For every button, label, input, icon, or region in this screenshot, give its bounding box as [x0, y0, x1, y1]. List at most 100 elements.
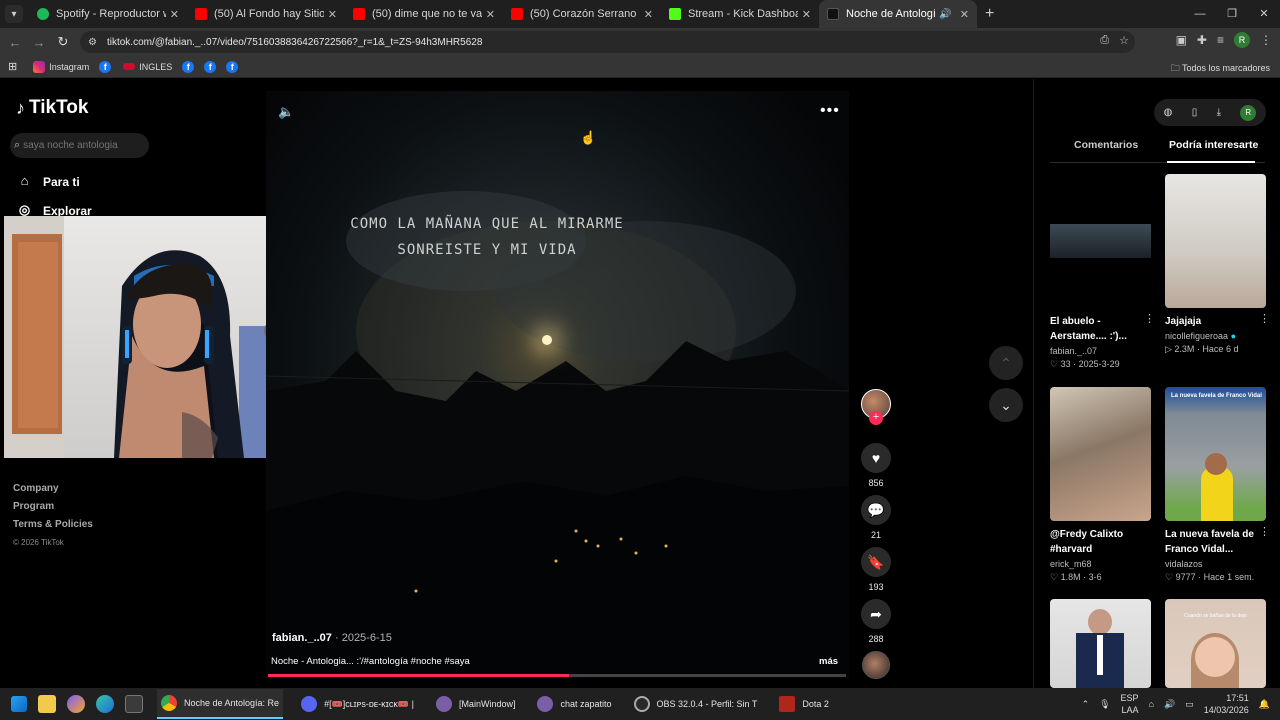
card-more-icon[interactable]: ⋮ — [1259, 312, 1270, 325]
video-thumbnail[interactable] — [1050, 174, 1151, 308]
volume-tray-icon[interactable]: 🔊 — [1164, 699, 1175, 710]
windows-start-icon[interactable] — [11, 696, 27, 712]
suggested-video-card[interactable]: @Fredy Calixto #harvard erick_m68 ♡ 1.8M… — [1050, 387, 1151, 583]
save-button[interactable]: 🔖 — [861, 547, 891, 577]
cast-icon[interactable]: ▣ — [1176, 33, 1187, 47]
close-tab-icon[interactable]: ✕ — [802, 8, 811, 21]
extensions-icon[interactable]: ✚ — [1197, 33, 1207, 47]
more-options-icon[interactable]: ••• — [820, 102, 840, 120]
browser-tab[interactable]: (50) dime que no te va a ir yo t ✕ — [345, 0, 503, 28]
music-disc-icon[interactable] — [862, 651, 890, 679]
suggested-video-card[interactable]: Cuando se bañan de la dejo — [1165, 599, 1266, 688]
search-input[interactable] — [23, 140, 134, 151]
battery-icon[interactable]: ▭ — [1185, 699, 1194, 710]
taskbar-app-chat[interactable]: chat zapatito — [533, 689, 615, 719]
video-player[interactable]: COMO LA MAÑANA QUE AL MIRARME SONREISTE … — [266, 91, 849, 679]
address-bar[interactable]: ⚙ tiktok.com/@fabian._..07/video/7516038… — [80, 31, 1135, 53]
file-explorer-icon[interactable] — [38, 695, 56, 713]
edge-icon[interactable] — [96, 695, 114, 713]
browser-tab[interactable]: Spotify - Reproductor web: mú ✕ — [29, 0, 187, 28]
profile-avatar[interactable]: R — [1234, 32, 1250, 48]
tab-search-button[interactable]: ▾ — [5, 5, 23, 23]
audio-playing-icon[interactable]: 🔊 — [939, 9, 951, 20]
taskbar-app-discord[interactable]: #[🎟️]ᴄʟɪᴘs-ᴅᴇ-ᴋɪᴄᴋ🎟️ | — [297, 689, 418, 719]
footer-company-link[interactable]: Company — [13, 480, 93, 498]
video-author[interactable]: fabian._..07 — [272, 632, 332, 644]
back-icon[interactable]: ← — [3, 35, 27, 50]
video-progress-bar[interactable] — [268, 674, 846, 677]
user-avatar[interactable]: R — [1240, 104, 1257, 121]
video-thumbnail[interactable] — [1165, 174, 1266, 308]
card-more-icon[interactable]: ⋮ — [1259, 525, 1270, 538]
follow-plus-button[interactable]: + — [869, 411, 883, 425]
device-icon[interactable]: ▯ — [1192, 107, 1198, 118]
browser-tab[interactable]: (50) Corazón Serrano - Como S ✕ — [503, 0, 661, 28]
facebook-bookmark-icon[interactable]: f — [204, 60, 217, 73]
media-control-icon[interactable]: ≡ — [1217, 33, 1224, 47]
close-tab-icon[interactable]: ✕ — [170, 8, 179, 21]
tab-comments[interactable]: Comentarios — [1074, 139, 1138, 151]
facebook-bookmark-icon[interactable]: f — [99, 60, 112, 73]
like-button[interactable]: ♥ — [861, 443, 891, 473]
bookmark-instagram[interactable]: Instagram — [33, 60, 89, 73]
volume-icon[interactable]: 🔈 — [278, 104, 294, 120]
nav-for-you[interactable]: ⌂ Para ti — [16, 173, 80, 190]
video-thumbnail[interactable]: La nueva favela de Franco Vidal — [1165, 387, 1266, 521]
install-app-icon[interactable]: ⎙ — [1100, 34, 1109, 47]
card-author[interactable]: erick_m68 — [1050, 559, 1151, 569]
video-thumbnail[interactable] — [1050, 387, 1151, 521]
video-thumbnail[interactable]: Cuando se bañan de la dejo — [1165, 599, 1266, 688]
card-author[interactable]: nicollefigueroaa ● — [1165, 331, 1266, 341]
bookmark-ingles[interactable]: INGLES — [123, 62, 172, 72]
forward-icon[interactable]: → — [27, 35, 51, 50]
notifications-icon[interactable]: 🔔 — [1259, 699, 1270, 710]
apps-grid-icon[interactable]: ⊞ — [8, 60, 17, 73]
next-video-button[interactable]: ⌄ — [989, 388, 1023, 422]
footer-terms-link[interactable]: Terms & Policies — [13, 516, 93, 534]
close-window-icon[interactable]: ✕ — [1248, 0, 1280, 28]
card-author[interactable]: vidalazos — [1165, 559, 1266, 569]
minimize-icon[interactable]: — — [1184, 0, 1216, 28]
bookmark-star-icon[interactable]: ☆ — [1119, 34, 1129, 47]
close-tab-icon[interactable]: ✕ — [960, 8, 969, 21]
new-tab-button[interactable]: + — [985, 5, 994, 23]
tiktok-logo[interactable]: ♪ TikTok — [16, 97, 88, 119]
previous-video-button[interactable]: ⌃ — [989, 346, 1023, 380]
tab-suggested[interactable]: Podría interesarte — [1169, 139, 1258, 151]
footer-program-link[interactable]: Program — [13, 498, 93, 516]
taskbar-app-mainwindow[interactable]: [MainWindow] — [432, 689, 520, 719]
browser-tab[interactable]: (50) Al Fondo hay Sitio 8: Franc ✕ — [187, 0, 345, 28]
language-indicator[interactable]: ESP LAA — [1121, 692, 1139, 716]
reload-icon[interactable]: ↻ — [51, 34, 75, 50]
all-bookmarks[interactable]: 🗀 Todos los marcadores — [1171, 61, 1270, 77]
suggested-video-card[interactable]: ⋮ Jajajaja nicollefigueroaa ● ▷ 2.3M · H… — [1165, 174, 1270, 355]
suggested-video-card[interactable]: ⋮ El abuelo - Aerstame.... :')... fabian… — [1050, 174, 1155, 370]
close-tab-icon[interactable]: ✕ — [644, 8, 653, 21]
taskbar-app-obs[interactable]: OBS 32.0.4 - Perfil: Sin T — [630, 689, 762, 719]
search-box[interactable]: ⌕ — [10, 133, 149, 158]
facebook-bookmark-icon[interactable]: f — [226, 60, 239, 73]
close-tab-icon[interactable]: ✕ — [486, 8, 495, 21]
comment-button[interactable]: 💬 — [861, 495, 891, 525]
close-tab-icon[interactable]: ✕ — [328, 8, 337, 21]
browser-tab-active[interactable]: Noche de Antología: Recue🔊 ✕ — [819, 0, 977, 28]
store-icon[interactable] — [125, 695, 143, 713]
card-author[interactable]: fabian._..07 — [1050, 346, 1151, 356]
download-icon[interactable]: ⤓ — [1217, 107, 1221, 118]
suggested-video-card[interactable] — [1050, 599, 1151, 688]
taskbar-app-dota[interactable]: Dota 2 — [775, 689, 833, 719]
microphone-icon[interactable]: 🎙 — [1099, 699, 1110, 710]
copilot-icon[interactable] — [67, 695, 85, 713]
taskbar-app-chrome[interactable]: Noche de Antología: Re — [157, 689, 284, 719]
menu-kebab-icon[interactable]: ⋮ — [1260, 33, 1272, 47]
suggested-video-card[interactable]: La nueva favela de Franco Vidal ⋮ La nue… — [1165, 387, 1270, 583]
video-thumbnail[interactable] — [1050, 599, 1151, 688]
more-description-button[interactable]: más — [819, 656, 838, 667]
card-more-icon[interactable]: ⋮ — [1144, 312, 1155, 325]
browser-tab[interactable]: Stream - Kick Dashboard ✕ — [661, 0, 819, 28]
facebook-bookmark-icon[interactable]: f — [182, 60, 195, 73]
share-button[interactable]: ➦ — [861, 599, 891, 629]
site-info-icon[interactable]: ⚙ — [88, 37, 97, 48]
tray-expand-icon[interactable]: ⌃ — [1082, 699, 1090, 710]
restore-icon[interactable]: ❐ — [1216, 0, 1248, 28]
